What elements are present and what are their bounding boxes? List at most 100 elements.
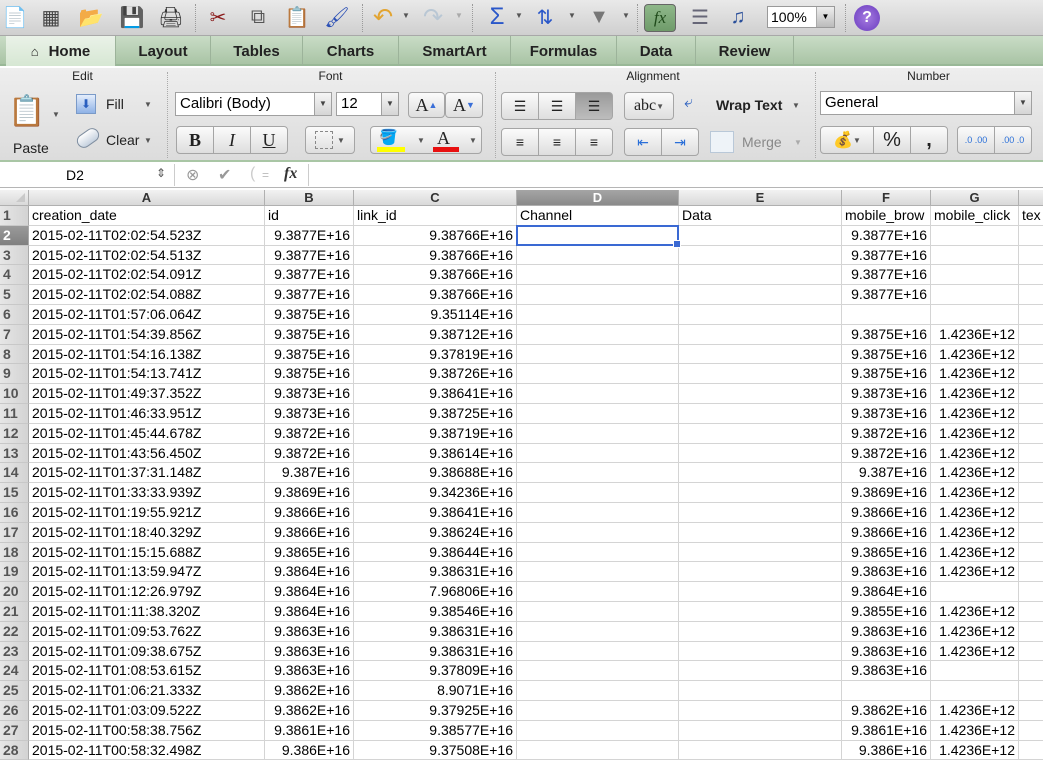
wrap-text-button[interactable]: ⤶ Wrap Text ▼ [684, 92, 804, 118]
cell[interactable]: 9.3861E+16 [842, 720, 931, 741]
undo-dropdown-icon[interactable]: ▼ [402, 11, 410, 20]
row-header[interactable]: 13 [0, 443, 29, 464]
cell[interactable]: 9.3875E+16 [265, 324, 354, 345]
tab-home[interactable]: ⌂ Home [6, 36, 116, 66]
cell[interactable]: 2015-02-11T00:58:38.756Z [29, 720, 265, 741]
orientation-button[interactable]: abc ▼ [624, 92, 674, 120]
cell[interactable]: 9.3865E+16 [842, 542, 931, 563]
cell[interactable] [679, 344, 842, 365]
cell[interactable]: 9.38631E+16 [354, 621, 517, 642]
cell[interactable]: 9.3875E+16 [265, 305, 354, 325]
cell[interactable]: 9.3875E+16 [842, 364, 931, 385]
cell[interactable] [517, 364, 679, 385]
cell[interactable]: 2015-02-11T01:19:55.921Z [29, 503, 265, 523]
cell[interactable] [679, 602, 842, 622]
cell[interactable]: 9.3872E+16 [265, 443, 354, 464]
cell[interactable] [517, 701, 679, 721]
fill-color-dropdown-icon[interactable]: ▼ [417, 136, 425, 145]
cell[interactable] [1019, 404, 1043, 424]
cell[interactable]: 9.3877E+16 [842, 265, 931, 286]
cell[interactable] [517, 305, 679, 325]
tab-smartart[interactable]: SmartArt [399, 36, 511, 66]
autosum-icon[interactable]: Σ [482, 3, 512, 31]
cell[interactable]: 2015-02-11T02:02:54.091Z [29, 265, 265, 286]
cell[interactable] [1019, 384, 1043, 404]
select-all-button[interactable] [0, 190, 29, 206]
cell[interactable]: 9.3862E+16 [265, 701, 354, 721]
cell[interactable]: 2015-02-11T02:02:54.513Z [29, 245, 265, 266]
sort-dropdown-icon[interactable]: ▼ [568, 11, 576, 20]
font-name-dropdown-icon[interactable]: ▼ [314, 92, 332, 116]
cell[interactable]: 1.4236E+12 [931, 621, 1019, 642]
cell[interactable] [1019, 503, 1043, 523]
column-title-cell[interactable]: creation_date [29, 206, 265, 226]
cell[interactable]: 1.4236E+12 [931, 701, 1019, 721]
cell[interactable]: 2015-02-11T01:06:21.333Z [29, 681, 265, 701]
copy-icon[interactable]: ⧉ [243, 3, 273, 31]
template-gallery-icon[interactable]: ▦ [36, 3, 66, 31]
column-header-b[interactable]: B [265, 190, 354, 206]
cell[interactable]: 2015-02-11T01:37:31.148Z [29, 463, 265, 484]
cell[interactable] [679, 364, 842, 385]
row-header[interactable]: 7 [0, 324, 29, 345]
cell[interactable]: 1.4236E+12 [931, 740, 1019, 761]
media-browser-icon[interactable]: ♫ [723, 3, 753, 31]
cell[interactable] [679, 225, 842, 246]
cell[interactable] [517, 245, 679, 266]
zoom-select[interactable]: 100% ▼ [767, 6, 835, 28]
cell[interactable]: 2015-02-11T01:45:44.678Z [29, 423, 265, 444]
cell[interactable]: 2015-02-11T01:46:33.951Z [29, 404, 265, 424]
cell[interactable] [1019, 265, 1043, 286]
cell[interactable] [1019, 661, 1043, 682]
cell[interactable]: 8.9071E+16 [354, 681, 517, 701]
paste-icon[interactable]: 📋 [282, 3, 312, 31]
cell[interactable] [1019, 424, 1043, 444]
accounting-format-button[interactable]: 💰 ▼ [820, 126, 874, 154]
cell[interactable] [679, 483, 842, 503]
cell[interactable]: 2015-02-11T01:43:56.450Z [29, 443, 265, 464]
cell[interactable] [679, 582, 842, 602]
column-header[interactable] [1019, 190, 1043, 206]
cell[interactable]: 9.38766E+16 [354, 245, 517, 266]
cell[interactable] [517, 423, 679, 444]
cell[interactable]: 9.37819E+16 [354, 344, 517, 365]
cell[interactable]: 9.3865E+16 [265, 542, 354, 563]
cell[interactable]: 1.4236E+12 [931, 364, 1019, 385]
column-header-g[interactable]: G [931, 190, 1019, 206]
row-header[interactable]: 11 [0, 404, 29, 424]
cell[interactable]: 9.3875E+16 [265, 364, 354, 385]
cell[interactable] [1019, 246, 1043, 266]
column-title-cell[interactable]: mobile_brow [842, 206, 931, 226]
cell[interactable]: 9.38624E+16 [354, 522, 517, 543]
cell[interactable]: 9.38641E+16 [354, 503, 517, 523]
row-header[interactable]: 12 [0, 423, 29, 444]
cell[interactable]: 9.3866E+16 [265, 503, 354, 523]
cell[interactable] [1019, 483, 1043, 503]
cell[interactable]: 9.3863E+16 [842, 661, 931, 682]
row-header[interactable]: 15 [0, 483, 29, 503]
italic-button[interactable]: I [213, 126, 251, 154]
cell[interactable]: 9.38546E+16 [354, 602, 517, 622]
cell[interactable]: 9.3872E+16 [842, 423, 931, 444]
comma-style-button[interactable]: , [910, 126, 948, 154]
orientation-dropdown-icon[interactable]: ▼ [656, 102, 664, 111]
cell[interactable] [679, 562, 842, 583]
row-header[interactable]: 6 [0, 305, 29, 325]
cell[interactable]: 9.3863E+16 [265, 661, 354, 682]
cell[interactable] [1019, 444, 1043, 464]
cell[interactable] [679, 404, 842, 424]
cell[interactable]: 9.3875E+16 [265, 344, 354, 365]
column-title-cell[interactable]: tex [1019, 206, 1043, 226]
row-header[interactable]: 3 [0, 245, 29, 266]
cell[interactable] [517, 641, 679, 662]
cell[interactable] [679, 621, 842, 642]
print-icon[interactable]: 🖨 [156, 3, 186, 31]
cell[interactable] [679, 681, 842, 701]
row-header[interactable]: 10 [0, 384, 29, 404]
cell[interactable]: 9.3877E+16 [842, 225, 931, 246]
cell[interactable] [1019, 364, 1043, 385]
cell[interactable] [517, 285, 679, 305]
cell[interactable] [517, 542, 679, 563]
cell[interactable] [1019, 562, 1043, 583]
cell[interactable]: 9.3873E+16 [265, 384, 354, 404]
